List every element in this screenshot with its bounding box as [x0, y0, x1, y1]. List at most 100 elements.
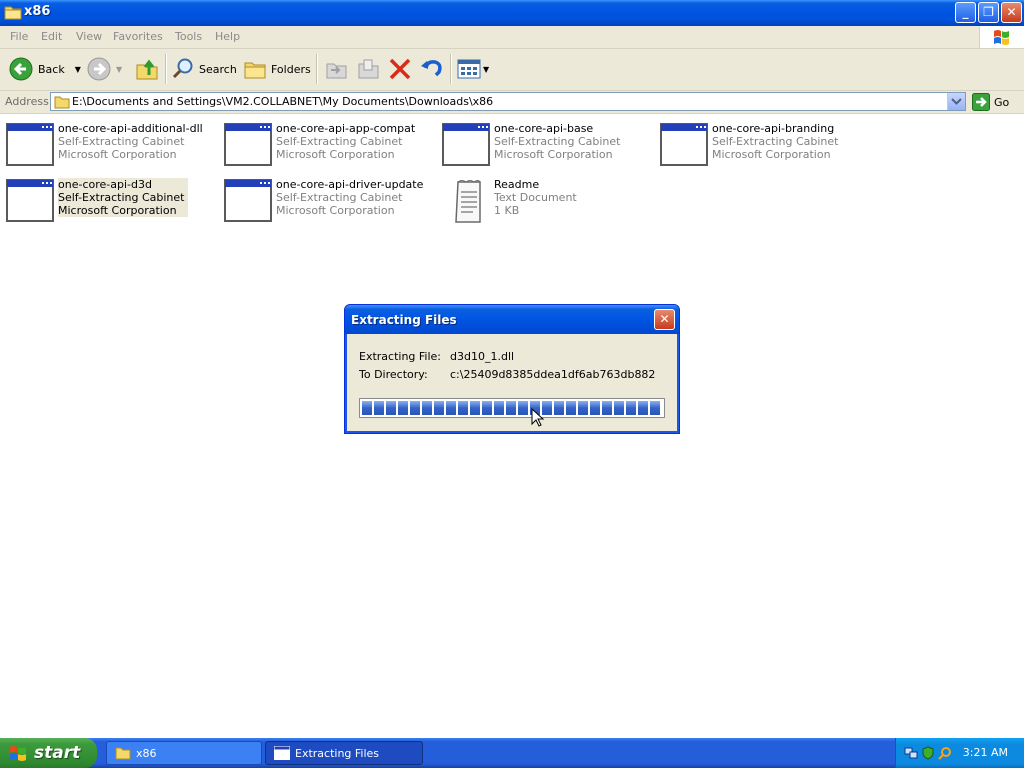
cabinet-icon	[224, 179, 272, 222]
file-name: one-core-api-additional-dll	[58, 122, 203, 135]
copy-to-button[interactable]	[355, 55, 381, 83]
file-type: Self-Extracting Cabinet	[712, 135, 839, 148]
move-to-icon	[326, 63, 347, 79]
clock: 3:21 AM	[962, 746, 1008, 759]
address-bar: Address E:\Documents and Settings\VM2.CO…	[0, 91, 1024, 114]
progress-block	[374, 401, 384, 415]
taskbar-item-label: x86	[136, 746, 157, 760]
file-type: Self-Extracting Cabinet	[276, 191, 403, 204]
menu-edit[interactable]: Edit	[41, 30, 62, 43]
menu-bar: File Edit View Favorites Tools Help	[0, 26, 1024, 49]
menu-help[interactable]: Help	[215, 30, 240, 43]
folders-icon	[244, 62, 266, 79]
security-shield-icon[interactable]	[921, 746, 935, 760]
cabinet-icon	[6, 123, 54, 166]
file-detail: Microsoft Corporation	[494, 148, 613, 161]
extracting-files-dialog[interactable]: Extracting Files ✕ Extracting File: d3d10…	[344, 304, 680, 434]
file-item[interactable]: Readme Text Document 1 KB	[436, 178, 646, 224]
minimize-button[interactable]: _	[955, 2, 976, 23]
to-directory-label: To Directory:	[359, 368, 428, 381]
start-button[interactable]: start	[0, 738, 97, 768]
extracting-file-label: Extracting File:	[359, 350, 442, 363]
taskbar-item-x86[interactable]: x86	[106, 741, 262, 765]
search-icon	[172, 58, 193, 79]
back-dropdown-icon[interactable]: ▼	[75, 65, 81, 74]
file-detail: Microsoft Corporation	[58, 204, 177, 217]
taskbar: start x86 Extracting Files 3:21 AM	[0, 738, 1024, 768]
progress-fill	[362, 401, 662, 415]
go-button[interactable]: Go	[972, 92, 1009, 112]
file-item[interactable]: one-core-api-additional-dll Self-Extracti…	[0, 122, 210, 168]
file-name: Readme	[494, 178, 540, 191]
file-name: one-core-api-base	[494, 122, 594, 135]
undo-icon	[421, 60, 442, 77]
chevron-down-icon	[951, 98, 962, 105]
progress-block	[626, 401, 636, 415]
cabinet-icon	[6, 179, 54, 222]
search-icon[interactable]	[938, 746, 952, 760]
folders-button[interactable]: Folders	[243, 55, 311, 83]
file-item[interactable]: one-core-api-driver-update Self-Extractin…	[218, 178, 428, 224]
close-button[interactable]: ✕	[1001, 2, 1022, 23]
go-label: Go	[994, 95, 1010, 109]
cabinet-icon	[442, 123, 490, 166]
search-label: Search	[199, 62, 237, 76]
file-name: one-core-api-driver-update	[276, 178, 424, 191]
folder-icon	[54, 96, 70, 109]
back-button[interactable]: Back ▼	[8, 55, 81, 83]
to-directory-row: To Directory: c:\25409d8385ddea1df6ab763d…	[359, 368, 655, 381]
restore-button[interactable]: ❐	[978, 2, 999, 23]
file-type: Self-Extracting Cabinet	[276, 135, 403, 148]
taskbar-item-extracting-files[interactable]: Extracting Files	[265, 741, 423, 765]
progress-block	[398, 401, 408, 415]
file-item-selected[interactable]: one-core-api-d3d Self-Extracting Cabinet M…	[0, 178, 210, 224]
network-icon[interactable]	[904, 746, 918, 760]
mouse-cursor-icon	[531, 408, 545, 427]
cabinet-icon	[660, 123, 708, 166]
file-item[interactable]: one-core-api-base Self-Extracting Cabinet…	[436, 122, 646, 168]
delete-button[interactable]	[387, 55, 413, 83]
progress-block	[458, 401, 468, 415]
progress-block	[578, 401, 588, 415]
progress-block	[386, 401, 396, 415]
to-directory-value: c:\25409d8385ddea1df6ab763db882	[450, 368, 656, 381]
progress-block	[494, 401, 504, 415]
forward-dropdown-icon[interactable]: ▼	[116, 65, 122, 74]
taskbar-item-label: Extracting Files	[295, 746, 380, 760]
dialog-close-button[interactable]: ✕	[654, 309, 675, 330]
address-label: Address	[5, 95, 49, 108]
progress-block	[422, 401, 432, 415]
progress-block	[638, 401, 648, 415]
progress-block	[566, 401, 576, 415]
file-type: Self-Extracting Cabinet	[494, 135, 621, 148]
up-folder-button[interactable]	[134, 55, 160, 83]
progress-block	[590, 401, 600, 415]
progress-block	[446, 401, 456, 415]
undo-button[interactable]	[419, 55, 445, 83]
forward-arrow-icon	[87, 57, 111, 81]
menu-view[interactable]: View	[76, 30, 102, 43]
extracting-file-row: Extracting File: d3d10_1.dll	[359, 350, 514, 363]
menu-favorites[interactable]: Favorites	[113, 30, 163, 43]
file-type: Text Document	[494, 191, 577, 204]
menu-file[interactable]: File	[10, 30, 28, 43]
views-dropdown-icon[interactable]: ▼	[483, 65, 489, 74]
window-titlebar[interactable]: x86 _ ❐ ✕	[0, 0, 1024, 26]
file-item[interactable]: one-core-api-branding Self-Extracting Cab…	[654, 122, 864, 168]
file-type: Self-Extracting Cabinet	[58, 135, 185, 148]
dialog-titlebar[interactable]: Extracting Files ✕	[345, 305, 679, 334]
file-item[interactable]: one-core-api-app-compat Self-Extracting C…	[218, 122, 428, 168]
menu-tools[interactable]: Tools	[175, 30, 202, 43]
back-label: Back	[38, 62, 65, 76]
delete-x-icon	[389, 58, 411, 80]
address-input[interactable]: E:\Documents and Settings\VM2.COLLABNET\…	[50, 92, 966, 111]
progress-block	[482, 401, 492, 415]
file-name: one-core-api-branding	[712, 122, 835, 135]
address-dropdown-button[interactable]	[947, 93, 965, 110]
views-button[interactable]: ▼	[457, 55, 489, 83]
move-to-button[interactable]	[323, 55, 349, 83]
progress-block	[434, 401, 444, 415]
file-detail: Microsoft Corporation	[712, 148, 831, 161]
forward-button[interactable]: ▼	[86, 55, 122, 83]
search-button[interactable]: Search	[171, 55, 237, 83]
